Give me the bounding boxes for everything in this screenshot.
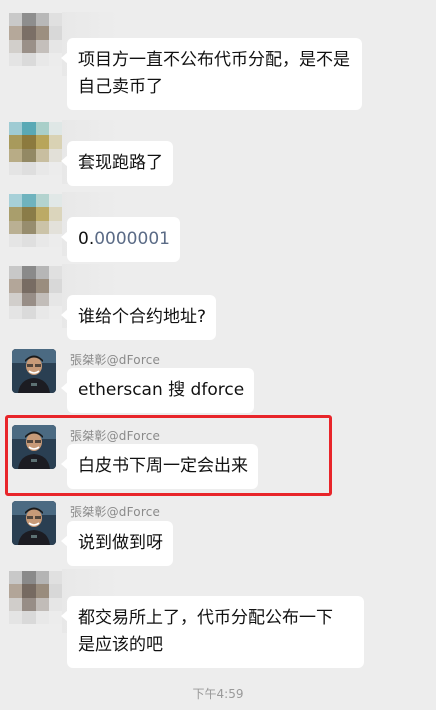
- message-text-line: 都交易所上了，代币分配公布一下: [78, 608, 333, 628]
- user-photo-avatar-icon[interactable]: [12, 501, 56, 545]
- message-bubble[interactable]: 0.0000001: [61, 217, 180, 262]
- pixelated-avatar-icon[interactable]: [9, 571, 62, 624]
- sender-name: 張桀彰@dForce: [70, 505, 161, 519]
- message-bubble[interactable]: 套现跑路了: [61, 141, 173, 186]
- message-text: 说到做到呀: [78, 533, 163, 553]
- pixelated-avatar-icon[interactable]: [9, 13, 62, 66]
- chat-window: 项目方一直不公布代币分配，是不是自己卖币了 套现跑路了 0.0000001 谁给…: [0, 0, 436, 710]
- timestamp: 下午4:59: [192, 687, 244, 701]
- message-text: 套现跑路了: [78, 153, 163, 173]
- message-bubble[interactable]: 说到做到呀: [61, 521, 173, 566]
- number-link[interactable]: 0000001: [94, 229, 170, 249]
- message-text: etherscan 搜 dforce: [78, 380, 245, 400]
- pixelated-avatar-icon[interactable]: [9, 266, 62, 319]
- message-text: 谁给个合约地址?: [78, 307, 207, 327]
- message-text: 项目方一直不公布代币分配，是不是自己卖币了: [78, 50, 350, 97]
- pixelated-avatar-icon[interactable]: [9, 122, 62, 175]
- message-text-prefix: 0.: [78, 229, 95, 249]
- message-bubble[interactable]: 谁给个合约地址?: [60, 295, 217, 340]
- message-bubble[interactable]: 都交易所上了，代币分配公布一下 是应该的吧: [61, 596, 364, 668]
- message-bubble[interactable]: etherscan 搜 dforce: [60, 368, 255, 413]
- message-bubble[interactable]: 项目方一直不公布代币分配，是不是自己卖币了: [61, 38, 362, 110]
- user-photo-avatar-icon[interactable]: [12, 349, 56, 393]
- sender-name: 張桀彰@dForce: [70, 353, 161, 367]
- pixelated-avatar-icon[interactable]: [9, 194, 62, 247]
- message-text-line: 是应该的吧: [78, 635, 163, 655]
- highlight-box: [5, 415, 332, 496]
